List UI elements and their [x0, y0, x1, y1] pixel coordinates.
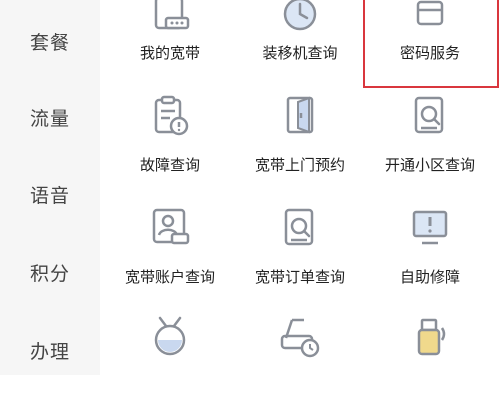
fault-query-label: 故障查询 — [139, 156, 200, 174]
sidebar-item-package[interactable]: 套餐 — [0, 28, 100, 55]
tv-antenna-icon — [148, 314, 192, 358]
self-repair-label: 自助修障 — [399, 268, 460, 286]
wireless-usb-button[interactable] — [365, 312, 495, 417]
category-sidebar: 套餐 流量 语音 积分 办理 — [0, 0, 100, 375]
community-availability-query-label: 开通小区查询 — [384, 156, 475, 174]
usb-wireless-icon — [408, 314, 452, 358]
clock-icon — [278, 0, 322, 38]
sidebar-item-voice[interactable]: 语音 — [0, 181, 100, 208]
router-timer-button[interactable] — [235, 312, 365, 417]
password-service-highlight — [363, 0, 499, 88]
router-clock-icon — [278, 314, 322, 358]
sidebar-item-points[interactable]: 积分 — [0, 259, 100, 286]
broadband-order-query-label: 宽带订单查询 — [254, 268, 345, 286]
router-icon — [148, 0, 192, 38]
monitor-alert-icon — [408, 206, 452, 250]
self-repair-button[interactable]: 自助修障 — [365, 204, 495, 309]
broadband-account-query-button[interactable]: 宽带账户查询 — [105, 204, 235, 309]
install-move-query-label: 装移机查询 — [262, 44, 338, 62]
clipboard-alert-icon — [148, 94, 192, 138]
install-move-query-button[interactable]: 装移机查询 — [235, 0, 365, 75]
community-availability-query-button[interactable]: 开通小区查询 — [365, 92, 495, 197]
sidebar-item-handle[interactable]: 办理 — [0, 337, 100, 364]
sidebar-item-data[interactable]: 流量 — [0, 104, 100, 131]
my-broadband-button[interactable]: 我的宽带 — [105, 0, 235, 75]
broadband-account-query-label: 宽带账户查询 — [124, 268, 215, 286]
broadband-order-query-button[interactable]: 宽带订单查询 — [235, 204, 365, 309]
fault-query-button[interactable]: 故障查询 — [105, 92, 235, 197]
tv-service-button[interactable] — [105, 312, 235, 417]
document-search-icon — [408, 94, 452, 138]
broadband-visit-appointment-button[interactable]: 宽带上门预约 — [235, 92, 365, 197]
door-icon — [278, 94, 322, 138]
account-card-icon — [148, 206, 192, 250]
service-grid: 我的宽带 装移机查询 密码服务 故障查询 宽带上门预约 开通小区查询 宽带账户查… — [100, 0, 500, 375]
my-broadband-label: 我的宽带 — [139, 44, 200, 62]
broadband-visit-appointment-label: 宽带上门预约 — [254, 156, 345, 174]
order-search-icon — [278, 206, 322, 250]
